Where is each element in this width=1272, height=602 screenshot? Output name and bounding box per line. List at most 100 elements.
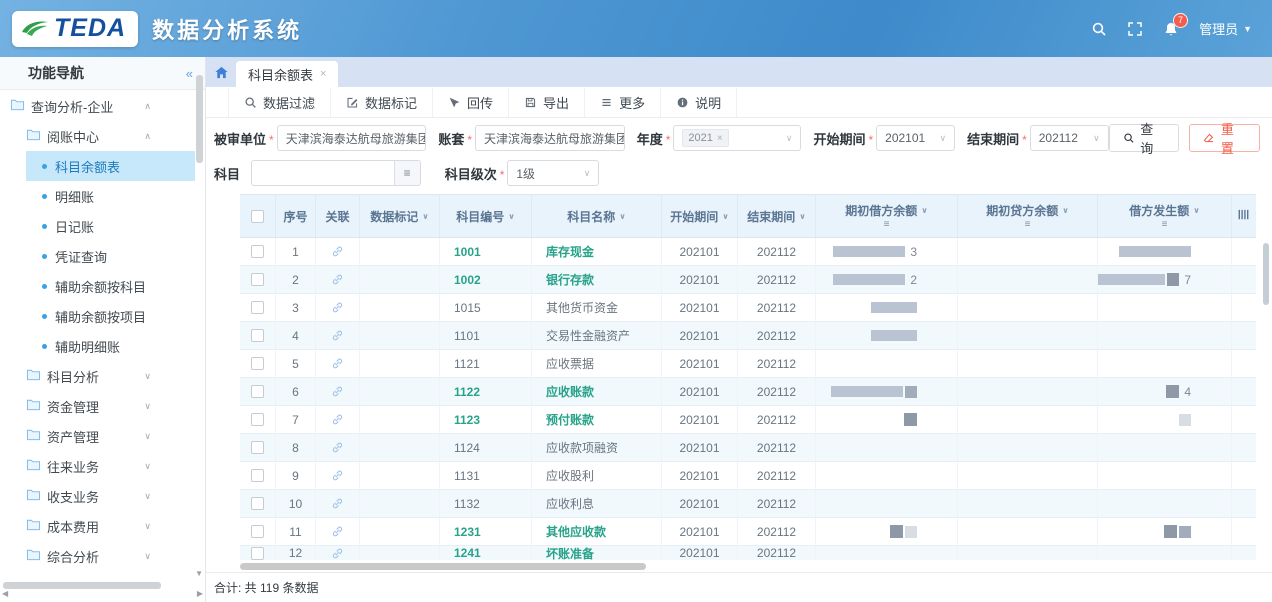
sidebar-scroll-right-icon[interactable]: ▶ <box>197 589 203 598</box>
subject-input[interactable]: ≡ <box>251 160 421 186</box>
subject-picker-button[interactable]: ≡ <box>394 161 420 185</box>
sidebar-item[interactable]: 阅账中心∧ <box>0 121 195 151</box>
sort-caret-icon[interactable]: ∨ <box>1062 206 1069 215</box>
fullscreen-icon[interactable] <box>1127 21 1143 37</box>
subject-code[interactable]: 1231 <box>454 525 481 539</box>
sidebar-item[interactable]: 往来业务∨ <box>0 451 195 481</box>
subject-level-select[interactable]: 1级 ∨ <box>507 160 599 186</box>
sort-caret-icon[interactable]: ∨ <box>508 212 515 221</box>
subject-name[interactable]: 预付账款 <box>546 411 594 428</box>
link-icon[interactable] <box>331 547 344 560</box>
query-button[interactable]: 查询 <box>1109 124 1180 152</box>
row-checkbox[interactable] <box>251 245 264 258</box>
row-checkbox[interactable] <box>251 413 264 426</box>
notification-bell[interactable]: 7 <box>1163 21 1179 37</box>
toolbar-button[interactable]: 导出 <box>509 88 585 117</box>
subject-name[interactable]: 库存现金 <box>546 243 594 260</box>
link-icon[interactable] <box>331 357 344 370</box>
home-button[interactable] <box>208 60 234 84</box>
sidebar-item[interactable]: 资产管理∨ <box>0 421 195 451</box>
subject-name[interactable]: 坏账准备 <box>546 546 594 560</box>
sidebar-item[interactable]: 明细账 <box>26 181 195 211</box>
link-icon[interactable] <box>331 413 344 426</box>
link-icon[interactable] <box>331 441 344 454</box>
sort-caret-icon[interactable]: ∨ <box>1193 206 1200 215</box>
sidebar-item[interactable]: 日记账 <box>26 211 195 241</box>
sort-caret-icon[interactable]: ∨ <box>422 212 429 221</box>
sidebar-item[interactable]: 收支业务∨ <box>0 481 195 511</box>
toolbar-button[interactable]: 数据标记 <box>331 88 433 117</box>
column-settings-icon[interactable] <box>1236 207 1251 222</box>
row-checkbox[interactable] <box>251 357 264 370</box>
sidebar-item[interactable]: 科目分析∨ <box>0 361 195 391</box>
reset-button[interactable]: 重置 <box>1189 124 1260 152</box>
table-vertical-scrollbar[interactable] <box>1263 243 1269 305</box>
column-header-start[interactable]: 开始期间∨ <box>662 195 738 237</box>
column-filter-icon[interactable]: ≡ <box>1162 220 1168 230</box>
link-icon[interactable] <box>331 329 344 342</box>
sidebar-item[interactable]: 报表分析∨ <box>0 571 195 578</box>
column-header-mark[interactable]: 数据标记∨ <box>360 195 440 237</box>
select-all-checkbox[interactable] <box>251 210 264 223</box>
link-icon[interactable] <box>331 497 344 510</box>
column-filter-icon[interactable]: ≡ <box>1025 220 1031 230</box>
row-checkbox[interactable] <box>251 497 264 510</box>
sidebar-vertical-scrollbar[interactable] <box>196 75 203 163</box>
sidebar-item[interactable]: 辅助余额按项目 <box>26 301 195 331</box>
row-checkbox[interactable] <box>251 329 264 342</box>
link-icon[interactable] <box>331 245 344 258</box>
user-menu[interactable]: 管理员 ▼ <box>1199 19 1252 38</box>
column-filter-icon[interactable]: ≡ <box>884 220 890 230</box>
sidebar-item[interactable]: 凭证查询 <box>26 241 195 271</box>
column-header-a3[interactable]: 借方发生额∨≡ <box>1098 195 1232 237</box>
subject-code[interactable]: 1123 <box>454 413 480 427</box>
column-header-a2[interactable]: 期初贷方余额∨≡ <box>958 195 1098 237</box>
link-icon[interactable] <box>331 469 344 482</box>
toolbar-button[interactable]: 数据过滤 <box>228 88 331 117</box>
link-icon[interactable] <box>331 273 344 286</box>
tab-subject-balance[interactable]: 科目余额表 × <box>236 61 338 87</box>
table-horizontal-scrollbar[interactable] <box>240 563 646 570</box>
subject-name[interactable]: 其他应收款 <box>546 523 606 540</box>
link-icon[interactable] <box>331 385 344 398</box>
subject-name[interactable]: 银行存款 <box>546 271 594 288</box>
sidebar-item[interactable]: 辅助明细账 <box>26 331 195 361</box>
account-book-input[interactable]: 天津滨海泰达航母旅游集团股份 <box>475 125 625 151</box>
column-header-a1[interactable]: 期初借方余额∨≡ <box>816 195 958 237</box>
row-checkbox[interactable] <box>251 525 264 538</box>
end-period-select[interactable]: 202112 ∨ <box>1030 125 1109 151</box>
subject-code[interactable]: 1001 <box>454 245 481 259</box>
toolbar-button[interactable]: 回传 <box>433 88 509 117</box>
sidebar-item[interactable]: 成本费用∨ <box>0 511 195 541</box>
close-icon[interactable]: × <box>320 68 326 80</box>
toolbar-button[interactable]: 更多 <box>585 88 661 117</box>
sidebar-collapse-icon[interactable]: « <box>186 66 193 81</box>
subject-code[interactable]: 1122 <box>454 385 480 399</box>
column-header-code[interactable]: 科目编号∨ <box>440 195 532 237</box>
row-checkbox[interactable] <box>251 273 264 286</box>
sidebar-scroll-left-icon[interactable]: ◀ <box>2 589 8 598</box>
column-header-end[interactable]: 结束期间∨ <box>738 195 816 237</box>
row-checkbox[interactable] <box>251 469 264 482</box>
sidebar-item-active[interactable]: 科目余额表 <box>26 151 195 181</box>
link-icon[interactable] <box>331 301 344 314</box>
column-header-name[interactable]: 科目名称∨ <box>532 195 662 237</box>
toolbar-button[interactable]: 说明 <box>661 88 737 117</box>
sort-caret-icon[interactable]: ∨ <box>799 212 806 221</box>
audited-unit-input[interactable]: 天津滨海泰达航母旅游集团股份 <box>277 125 427 151</box>
start-period-select[interactable]: 202101 ∨ <box>876 125 955 151</box>
subject-code[interactable]: 1002 <box>454 273 481 287</box>
row-checkbox[interactable] <box>251 547 264 560</box>
row-checkbox[interactable] <box>251 441 264 454</box>
year-select[interactable]: 2021 × ∨ <box>673 125 801 151</box>
sidebar-item[interactable]: 综合分析∨ <box>0 541 195 571</box>
sidebar-item[interactable]: 资金管理∨ <box>0 391 195 421</box>
link-icon[interactable] <box>331 525 344 538</box>
tag-close-icon[interactable]: × <box>717 133 723 144</box>
search-icon[interactable] <box>1091 21 1107 37</box>
row-checkbox[interactable] <box>251 385 264 398</box>
sidebar-item[interactable]: 辅助余额按科目 <box>26 271 195 301</box>
sidebar-scroll-down-icon[interactable]: ▼ <box>195 569 203 578</box>
sidebar-item[interactable]: 查询分析-企业∧ <box>0 91 195 121</box>
sort-caret-icon[interactable]: ∨ <box>722 212 729 221</box>
